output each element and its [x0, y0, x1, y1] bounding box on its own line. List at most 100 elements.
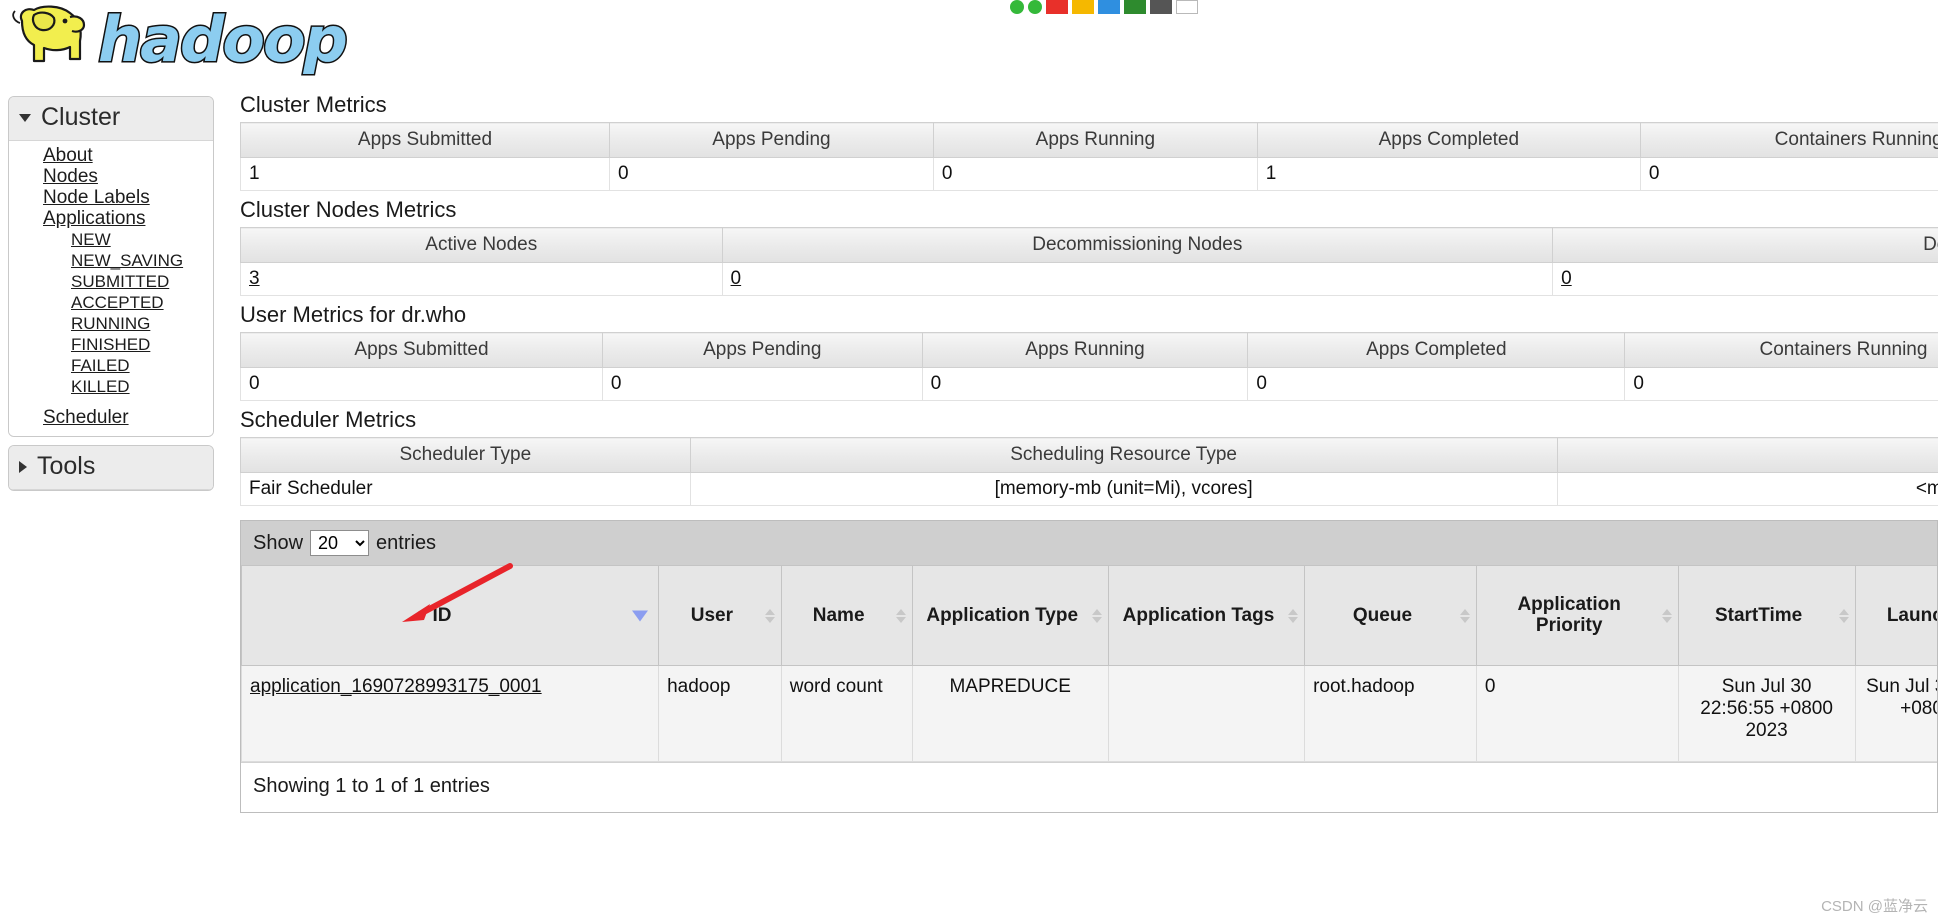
val-scheduler-type: Fair Scheduler — [240, 472, 691, 506]
sidebar-item-state-killed[interactable]: KILLED — [9, 376, 213, 397]
th-application-tags[interactable]: Application Tags — [1107, 565, 1306, 666]
val-apps-completed: 1 — [1256, 157, 1641, 191]
page-size-select[interactable]: 20 50 100 — [310, 530, 370, 556]
sidebar: Cluster About Nodes Node Labels Applicat… — [8, 96, 214, 499]
scheduler-metrics-value-row: Fair Scheduler [memory-mb (unit=Mi), vco… — [240, 472, 1938, 506]
user-metrics-clip: Apps Submitted Apps Pending Apps Running… — [240, 332, 1938, 407]
val-user-apps-completed: 0 — [1247, 367, 1626, 401]
cluster-metrics-title: Cluster Metrics — [240, 92, 387, 117]
cell-id: application_1690728993175_0001 — [241, 665, 660, 762]
val-active-nodes[interactable]: 3 — [249, 268, 260, 289]
val-user-apps-pending: 0 — [601, 367, 923, 401]
hadoop-logo[interactable]: hadoop — [8, 2, 388, 78]
chip-darkgreen — [1124, 0, 1146, 14]
chip-red — [1046, 0, 1068, 14]
sort-desc-active-icon — [632, 610, 649, 621]
datatable-info: Showing 1 to 1 of 1 entries — [241, 762, 1937, 812]
hadoop-wordmark: hadoop — [97, 3, 350, 76]
th-launch-time[interactable]: LaunchTime — [1854, 565, 1937, 666]
sidebar-item-applications[interactable]: Applications — [9, 208, 213, 229]
cluster-nodes-metrics-title: Cluster Nodes Metrics — [240, 197, 457, 222]
val-user-containers-running: 0 — [1624, 367, 1938, 401]
sort-icon-start-time — [1838, 608, 1849, 623]
sort-icon-application-priority — [1661, 608, 1672, 623]
cell-start-time: Sun Jul 30 22:56:55 +0800 2023 — [1677, 665, 1856, 762]
sort-icon-user — [764, 608, 775, 623]
cluster-nav-block: Cluster About Nodes Node Labels Applicat… — [8, 96, 214, 437]
tools-nav-block: Tools — [8, 445, 214, 491]
th-start-time-label: StartTime — [1714, 604, 1803, 626]
col-user-containers-running: Containers Running — [1624, 332, 1938, 368]
sidebar-item-state-running[interactable]: RUNNING — [9, 313, 213, 334]
cell-application-priority: 0 — [1475, 665, 1679, 762]
val-minimum-allocation: <memory:1024, vCores:1> — [1556, 472, 1938, 506]
table-row: application_1690728993175_0001 hadoop wo… — [241, 665, 1937, 762]
cell-launch-time: Sun Jul 30 22:57:00 +0800 2023 — [1854, 665, 1937, 762]
sidebar-item-state-finished[interactable]: FINISHED — [9, 334, 213, 355]
tools-nav-title: Tools — [37, 452, 96, 480]
sidebar-item-state-submitted[interactable]: SUBMITTED — [9, 271, 213, 292]
cell-application-tags — [1107, 665, 1306, 762]
chip-blue — [1098, 0, 1120, 14]
cluster-metrics-header-row: Apps Submitted Apps Pending Apps Running… — [240, 122, 1938, 158]
sidebar-item-state-new[interactable]: NEW — [9, 229, 213, 250]
th-queue[interactable]: Queue — [1304, 565, 1477, 666]
chip-yellow — [1072, 0, 1094, 14]
cell-name: word count — [780, 665, 913, 762]
val-decommissioned-nodes[interactable]: 0 — [1561, 268, 1572, 289]
th-application-type[interactable]: Application Type — [911, 565, 1109, 666]
val-containers-running: 0 — [1639, 157, 1938, 191]
col-user-apps-pending: Apps Pending — [601, 332, 923, 368]
cluster-nodes-metrics-clip: Active Nodes Decommissioning Nodes Decom… — [240, 227, 1938, 302]
cluster-metrics-clip: Apps Submitted Apps Pending Apps Running… — [240, 122, 1938, 197]
col-apps-running: Apps Running — [932, 122, 1258, 158]
sidebar-item-node-labels[interactable]: Node Labels — [9, 187, 213, 208]
col-user-apps-completed: Apps Completed — [1247, 332, 1626, 368]
cluster-nodes-metrics-table: Active Nodes Decommissioning Nodes Decom… — [240, 227, 1938, 296]
val-apps-submitted: 1 — [240, 157, 610, 191]
val-decommissioning-nodes[interactable]: 0 — [731, 268, 742, 289]
chip-green-2 — [1028, 0, 1042, 14]
sidebar-item-about[interactable]: About — [9, 145, 213, 166]
sort-icon-application-tags — [1288, 608, 1299, 623]
cell-application-type: MAPREDUCE — [911, 665, 1109, 762]
entries-label: entries — [376, 531, 437, 554]
sort-icon-name — [895, 608, 906, 623]
sidebar-item-state-accepted[interactable]: ACCEPTED — [9, 292, 213, 313]
col-minimum-allocation: Minimum Allocation — [1556, 437, 1938, 473]
applications-header-row: ID User Name Application Type Applicatio… — [241, 565, 1937, 666]
col-scheduler-type: Scheduler Type — [240, 437, 691, 473]
th-name-label: Name — [812, 604, 865, 626]
show-label: Show — [253, 531, 304, 554]
th-user[interactable]: User — [658, 565, 782, 666]
th-application-priority-label: Application Priority — [1517, 593, 1621, 637]
val-user-apps-submitted: 0 — [240, 367, 603, 401]
th-start-time[interactable]: StartTime — [1677, 565, 1856, 666]
sort-icon-queue — [1459, 608, 1470, 623]
th-application-type-label: Application Type — [926, 604, 1079, 626]
th-id[interactable]: ID — [241, 565, 660, 666]
sidebar-item-state-new-saving[interactable]: NEW_SAVING — [9, 250, 213, 271]
col-apps-submitted: Apps Submitted — [240, 122, 610, 158]
th-application-priority[interactable]: Application Priority — [1475, 565, 1679, 666]
applications-panel: Show 20 50 100 entries ID — [240, 520, 1938, 813]
tools-nav-header[interactable]: Tools — [9, 446, 213, 490]
cell-user: hadoop — [658, 665, 782, 762]
scheduler-metrics-header-row: Scheduler Type Scheduling Resource Type … — [240, 437, 1938, 473]
main-content: Cluster Metrics Apps Submitted Apps Pend… — [240, 92, 1938, 813]
sidebar-item-nodes[interactable]: Nodes — [9, 166, 213, 187]
scheduler-metrics-clip: Scheduler Type Scheduling Resource Type … — [240, 437, 1938, 512]
th-name[interactable]: Name — [780, 565, 913, 666]
chip-gray — [1150, 0, 1172, 14]
cluster-nav-header[interactable]: Cluster — [9, 97, 213, 141]
user-metrics-header-row: Apps Submitted Apps Pending Apps Running… — [240, 332, 1938, 368]
cluster-nav-body: About Nodes Node Labels Applications NEW… — [9, 141, 213, 436]
applications-table-clip: ID User Name Application Type Applicatio… — [241, 565, 1937, 762]
user-metrics-title: User Metrics for dr.who — [240, 302, 467, 327]
val-apps-running: 0 — [932, 157, 1258, 191]
th-id-label: ID — [432, 604, 452, 626]
sidebar-item-scheduler[interactable]: Scheduler — [9, 407, 213, 428]
application-id-link[interactable]: application_1690728993175_0001 — [250, 676, 542, 697]
cluster-metrics-value-row: 1 0 0 1 0 < — [240, 157, 1938, 191]
sidebar-item-state-failed[interactable]: FAILED — [9, 355, 213, 376]
